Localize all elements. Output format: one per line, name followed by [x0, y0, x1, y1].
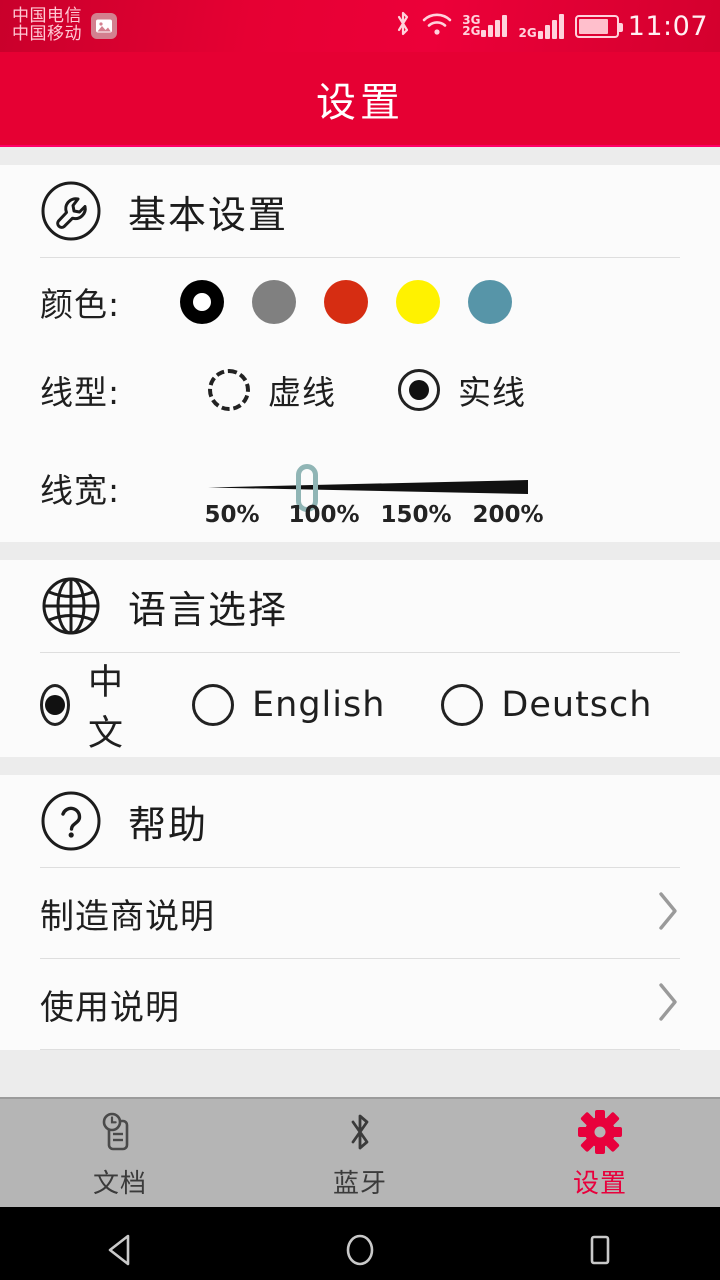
language-title: 语言选择	[128, 587, 289, 632]
language-header: 语言选择	[40, 560, 680, 652]
radio-chinese[interactable]	[40, 684, 70, 726]
line-type-solid-label: 实线	[458, 373, 526, 412]
status-clock: 11:07	[627, 10, 708, 42]
image-icon	[91, 13, 117, 39]
tab-documents[interactable]: 文档	[0, 1099, 240, 1207]
line-width-row: 线宽: 50% 100% 150% 200%	[40, 434, 680, 542]
bottom-tab-bar: 文档 蓝牙 设置	[0, 1097, 720, 1207]
nav-home-button[interactable]	[240, 1229, 480, 1271]
basic-settings-title: 基本设置	[128, 192, 289, 237]
color-swatch-yellow[interactable]	[396, 280, 440, 324]
globe-icon	[40, 575, 102, 637]
status-icons: 3G 2G 2G 11:07	[394, 9, 708, 43]
help-item-manufacturer[interactable]: 制造商说明	[40, 868, 680, 958]
slider-tick-150: 150%	[380, 502, 452, 528]
section-gap	[0, 147, 720, 165]
tab-settings-label: 设置	[572, 1168, 627, 1199]
settings-content: 基本设置 颜色: 线型: 虚线 实线 线宽: 50% 100% 150% 200…	[0, 147, 720, 1097]
language-option-german[interactable]: Deutsch	[441, 684, 652, 726]
gear-icon	[576, 1107, 624, 1157]
tab-settings[interactable]: 设置	[480, 1099, 720, 1207]
chevron-right-icon	[656, 981, 680, 1027]
color-row: 颜色:	[40, 258, 680, 346]
slider-tick-100: 100%	[288, 502, 360, 528]
sim2-bars-icon	[537, 13, 566, 39]
radio-english[interactable]	[192, 684, 235, 726]
slider-ticks: 50% 100% 150% 200%	[186, 502, 556, 528]
carrier-2-label: 中国移动	[12, 24, 82, 44]
app-header: 设置	[0, 52, 720, 147]
line-type-row: 线型: 虚线 实线	[40, 346, 680, 434]
language-options: 中文 English Deutsch	[40, 653, 680, 757]
color-swatch-gray[interactable]	[252, 280, 296, 324]
divider	[40, 1049, 680, 1050]
language-option-chinese[interactable]: 中文	[40, 654, 136, 756]
line-width-slider[interactable]: 50% 100% 150% 200%	[204, 444, 548, 532]
slider-track	[208, 478, 528, 496]
sim2-network-label: 2G	[518, 25, 537, 40]
sim1-network-alt-label: 2G	[462, 24, 481, 38]
recents-square-icon	[590, 1235, 610, 1264]
line-type-option-dashed[interactable]: 虚线	[208, 366, 336, 414]
bluetooth-icon	[345, 1107, 375, 1157]
battery-icon	[574, 14, 623, 38]
bluetooth-icon	[394, 9, 412, 43]
help-header: 帮助	[40, 775, 680, 867]
line-type-dashed-label: 虚线	[268, 373, 336, 412]
line-type-options: 虚线 实线	[208, 366, 588, 414]
wifi-icon	[421, 11, 453, 41]
help-title: 帮助	[128, 802, 209, 847]
help-section: 帮助 制造商说明 使用说明	[0, 775, 720, 1050]
basic-settings-header: 基本设置	[40, 165, 680, 257]
home-circle-icon	[346, 1234, 374, 1265]
chevron-right-icon	[656, 890, 680, 936]
line-type-label: 线型:	[40, 373, 121, 412]
tab-documents-label: 文档	[92, 1168, 147, 1199]
back-triangle-icon	[108, 1234, 130, 1265]
radio-solid[interactable]	[398, 369, 440, 411]
help-item-usage[interactable]: 使用说明	[40, 959, 680, 1049]
language-english-label: English	[252, 685, 386, 725]
android-nav-bar	[0, 1207, 720, 1280]
document-clock-icon	[97, 1107, 143, 1157]
color-swatch-teal[interactable]	[468, 280, 512, 324]
tab-bluetooth[interactable]: 蓝牙	[240, 1099, 480, 1207]
section-gap	[0, 542, 720, 560]
color-label: 颜色:	[40, 285, 121, 324]
language-section: 语言选择 中文 English Deutsch	[0, 560, 720, 757]
sim1-bars-icon	[481, 15, 509, 37]
color-swatches	[180, 280, 512, 324]
language-german-label: Deutsch	[501, 685, 653, 725]
color-swatch-red[interactable]	[324, 280, 368, 324]
nav-back-button[interactable]	[0, 1230, 240, 1270]
wrench-icon	[40, 180, 102, 242]
phone-screen: 中国电信 中国移动 3G 2G 2G 11:07 设置 基本设置 颜色: 线型:…	[0, 0, 720, 1280]
question-icon	[40, 790, 102, 852]
sim1-signal: 3G 2G	[462, 14, 509, 38]
slider-tick-50: 50%	[204, 502, 260, 528]
help-item-manufacturer-label: 制造商说明	[40, 896, 215, 937]
language-option-english[interactable]: English	[192, 684, 385, 726]
line-type-option-solid[interactable]: 实线	[398, 366, 526, 414]
slider-tick-200: 200%	[472, 502, 544, 528]
status-bar: 中国电信 中国移动 3G 2G 2G 11:07	[0, 0, 720, 52]
page-title: 设置	[316, 79, 404, 126]
carrier-labels: 中国电信 中国移动	[12, 7, 82, 44]
nav-recents-button[interactable]	[480, 1230, 720, 1270]
section-gap	[0, 757, 720, 775]
radio-dashed[interactable]	[208, 369, 250, 411]
tab-bluetooth-label: 蓝牙	[332, 1168, 387, 1199]
radio-german[interactable]	[441, 684, 484, 726]
help-item-usage-label: 使用说明	[40, 987, 180, 1028]
line-width-label: 线宽:	[40, 471, 121, 510]
language-chinese-label: 中文	[88, 663, 125, 754]
color-swatch-black[interactable]	[180, 280, 224, 324]
sim2-signal: 2G	[518, 13, 566, 40]
basic-settings-section: 基本设置 颜色: 线型: 虚线 实线 线宽: 50% 100% 150% 200…	[0, 165, 720, 542]
